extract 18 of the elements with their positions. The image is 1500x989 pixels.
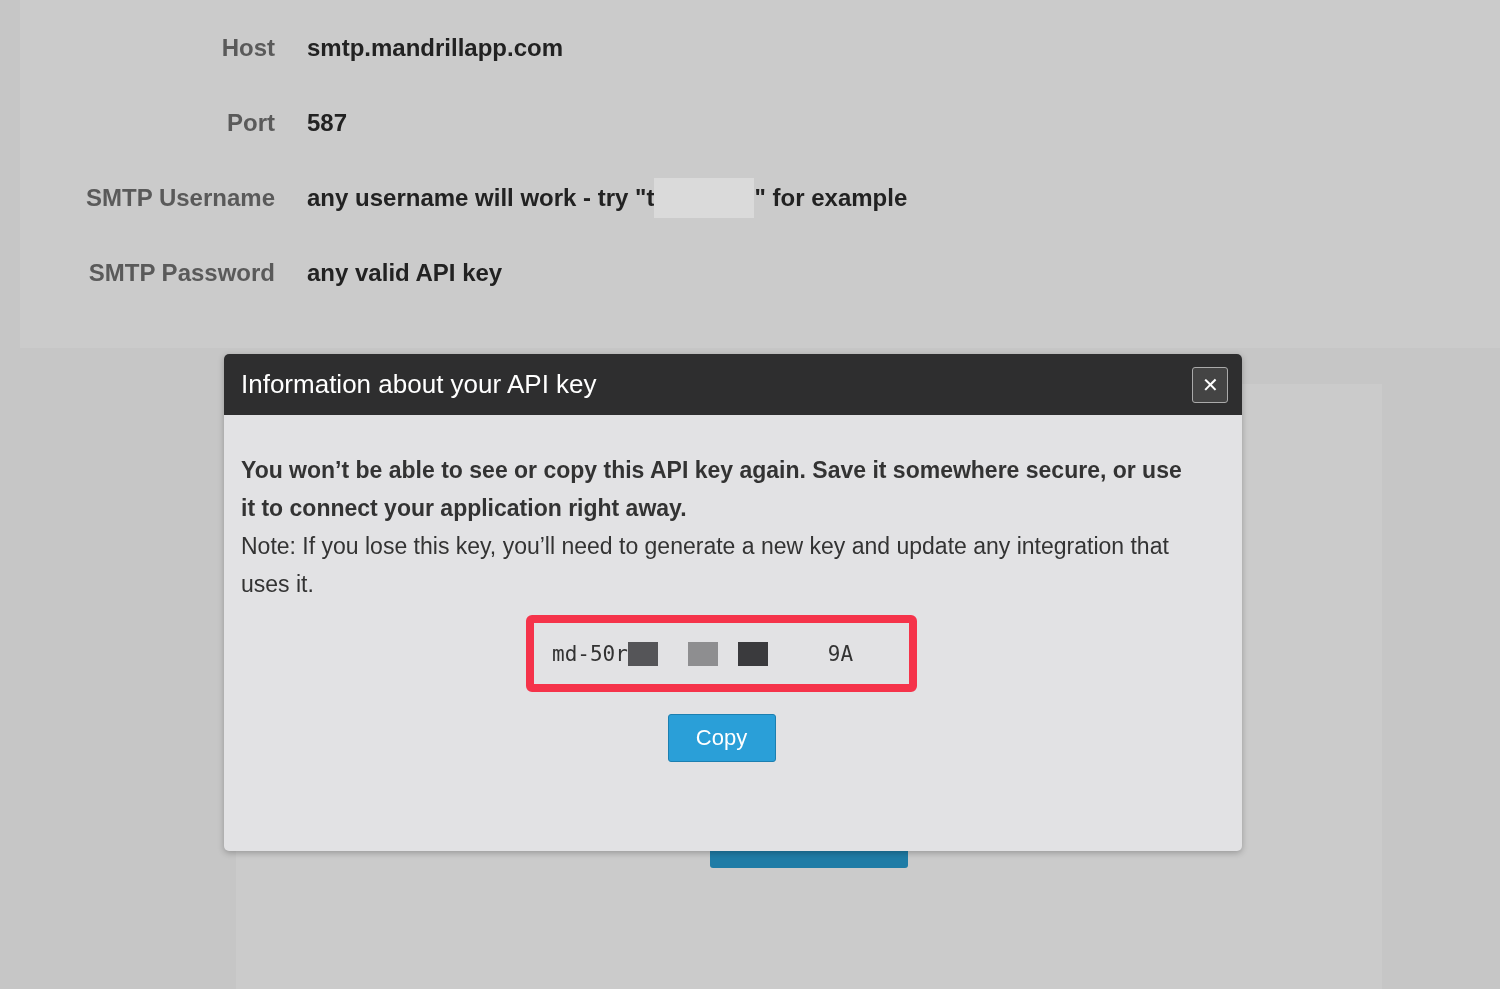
setting-value: any valid API key [307,258,503,287]
setting-label: Port [226,108,275,137]
redaction-block [687,641,718,666]
redaction-block [627,641,658,666]
setting-label: Host [220,33,275,62]
setting-label: SMTP Username [85,183,275,212]
setting-value: smtp.mandrillapp.com [307,33,564,62]
dialog-title: Information about your API key [241,369,597,400]
close-button[interactable]: ✕ [1192,366,1228,403]
api-key-text: 9A [827,641,854,666]
setting-value: " for example [754,183,908,212]
api-key-text: md-50r [552,641,628,666]
setting-value: any username will work - try "t [307,183,655,212]
setting-value: 587 [307,108,348,137]
redaction-block [737,641,768,666]
note-text: Note: If you lose this key, you’ll need to generate a new key and update any integration that uses it. [241,532,1170,599]
setting-label: SMTP Password [87,258,275,287]
warning-text: You won’t be able to see or copy this API key again. Save it somewhere secure, or use it to connect your application right away. [241,456,1183,523]
